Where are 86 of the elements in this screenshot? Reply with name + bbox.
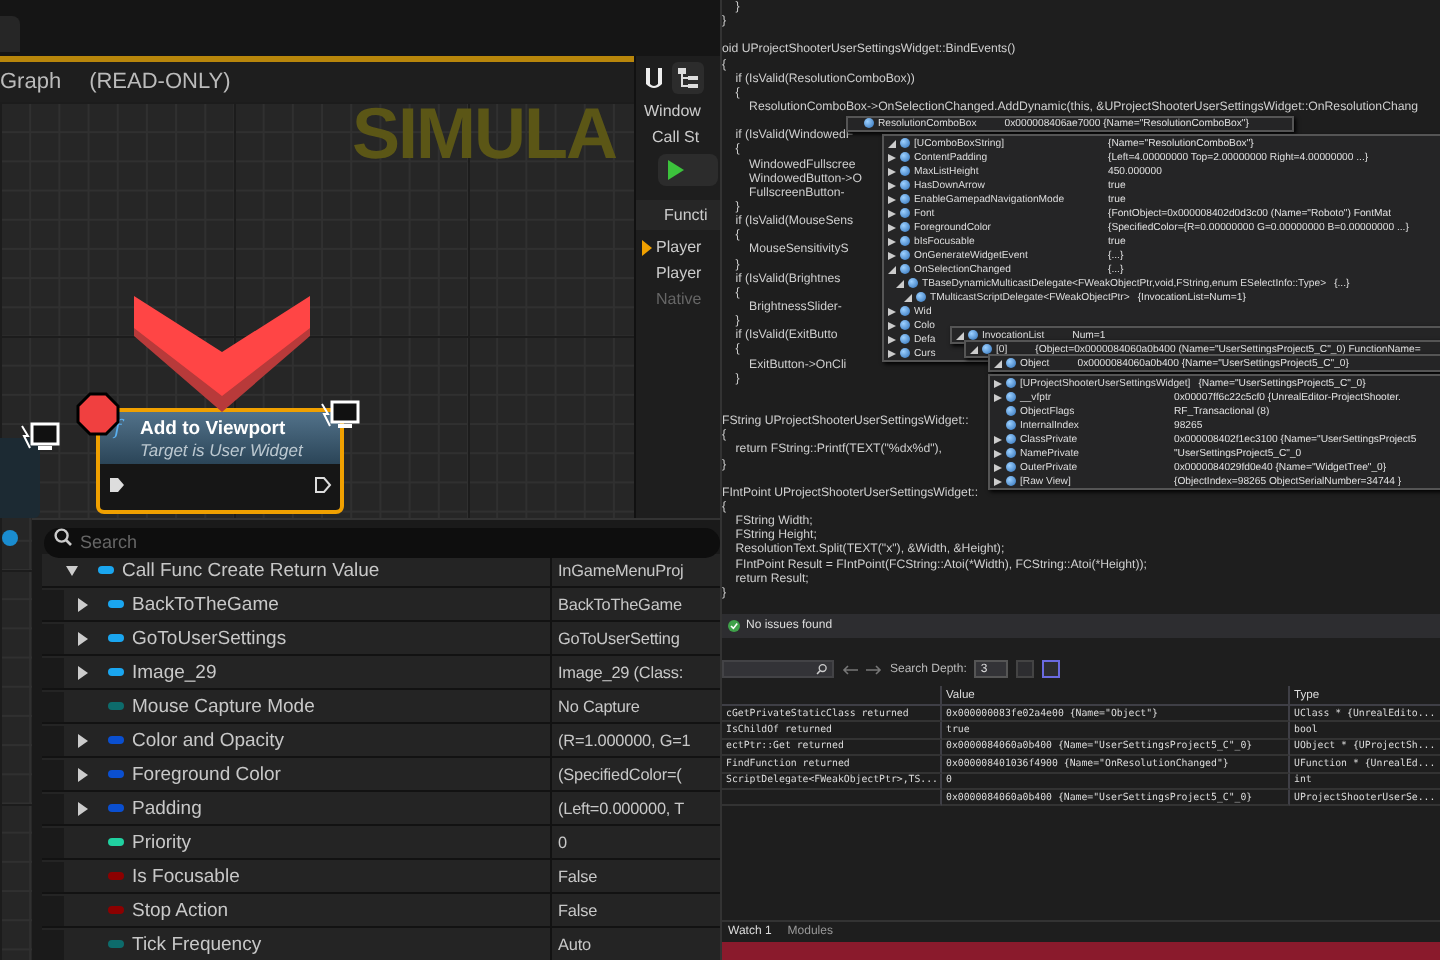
expand-arrow-icon[interactable] xyxy=(994,449,1002,457)
property-name: Stop Action xyxy=(132,899,229,921)
expand-arrow-icon[interactable] xyxy=(76,597,88,611)
columns-button[interactable] xyxy=(1042,660,1061,678)
expand-arrow-icon[interactable] xyxy=(888,251,896,259)
graph-node xyxy=(0,438,40,518)
expand-arrow-icon[interactable] xyxy=(76,801,88,815)
object-icon xyxy=(864,118,874,128)
monitor-icon xyxy=(320,398,360,434)
property-value: Auto xyxy=(556,935,593,953)
property-name: Padding xyxy=(132,797,202,819)
graph-title: Graph xyxy=(0,70,62,94)
expand-arrow-icon[interactable] xyxy=(888,195,896,203)
property-name: Mouse Capture Mode xyxy=(132,695,315,717)
simulating-label: SIMULA xyxy=(352,102,616,176)
exec-pin-icon[interactable] xyxy=(314,476,332,494)
column-header: Functi xyxy=(636,200,720,230)
expand-arrow-icon[interactable] xyxy=(994,477,1002,485)
expand-arrow-icon[interactable] xyxy=(888,167,896,175)
property-value: BackToTheGame xyxy=(556,595,684,613)
check-icon xyxy=(728,620,740,632)
call-stack-frame[interactable]: Player xyxy=(656,264,702,282)
expand-arrow-icon[interactable] xyxy=(888,349,896,357)
property-name: Foreground Color xyxy=(132,763,281,785)
hierarchy-icon xyxy=(676,66,700,90)
expand-arrow-icon[interactable] xyxy=(76,733,88,747)
property-value: GoToUserSetting xyxy=(556,629,682,647)
collapse-arrow-icon[interactable] xyxy=(956,331,964,339)
property-value: (Left=0.000000, T xyxy=(556,799,687,817)
property-name: Tick Frequency xyxy=(132,933,262,955)
property-name: Image_29 xyxy=(132,661,217,683)
monitor-icon xyxy=(20,420,60,456)
property-value: InGameMenuProj xyxy=(556,561,686,579)
collapse-arrow-icon[interactable] xyxy=(888,139,896,147)
expand-arrow-icon[interactable] xyxy=(994,379,1002,387)
chevron-down-icon xyxy=(134,296,310,412)
search-field[interactable]: Search xyxy=(44,527,720,557)
property-value: 0 xyxy=(556,833,569,851)
read-only-label: (READ-ONLY) xyxy=(89,70,231,94)
property-name: Is Focusable xyxy=(132,865,240,887)
search-field[interactable] xyxy=(722,660,834,678)
property-value: False xyxy=(556,901,600,919)
search-icon xyxy=(54,528,72,546)
expand-arrow-icon[interactable] xyxy=(888,153,896,161)
search-icon xyxy=(816,660,828,678)
call-stack-frame[interactable]: Player xyxy=(656,238,702,256)
forward-arrow-icon[interactable] xyxy=(866,663,882,675)
collapse-arrow-icon[interactable] xyxy=(896,279,904,287)
collapse-arrow-icon[interactable] xyxy=(904,293,912,301)
expand-arrow-icon[interactable] xyxy=(994,435,1002,443)
expand-arrow-icon[interactable] xyxy=(888,335,896,343)
expand-arrow-icon[interactable] xyxy=(888,209,896,217)
property-value: False xyxy=(556,867,600,885)
expand-arrow-icon[interactable] xyxy=(888,223,896,231)
expand-arrow-icon[interactable] xyxy=(888,321,896,329)
logo-icon xyxy=(642,64,666,92)
expand-arrow-icon[interactable] xyxy=(76,631,88,645)
node-subtitle: Target is User Widget xyxy=(140,440,306,460)
exec-pin-icon[interactable] xyxy=(108,476,126,494)
property-name: Call Func Create Return Value xyxy=(122,559,380,581)
property-value: Image_29 (Class: xyxy=(556,663,686,681)
collapse-arrow-icon[interactable] xyxy=(994,359,1002,367)
collapse-arrow-icon[interactable] xyxy=(970,345,978,353)
expand-arrow-icon[interactable] xyxy=(994,393,1002,401)
property-name: BackToTheGame xyxy=(132,593,279,615)
hierarchy-button[interactable] xyxy=(672,62,704,94)
expand-arrow-icon[interactable] xyxy=(76,767,88,781)
property-name: Priority xyxy=(132,831,192,853)
call-stack-label: Call St xyxy=(650,128,702,146)
expand-arrow-icon[interactable] xyxy=(888,181,896,189)
play-icon xyxy=(666,158,686,182)
back-arrow-icon[interactable] xyxy=(842,663,858,675)
property-value: (R=1.000000, G=1 xyxy=(556,731,693,749)
expand-arrow-icon[interactable] xyxy=(994,463,1002,471)
property-name: Color and Opacity xyxy=(132,729,285,751)
property-value: No Capture xyxy=(556,697,642,715)
window-menu[interactable]: Window xyxy=(636,102,720,120)
node-title: Add to Viewport xyxy=(140,418,288,440)
property-name: GoToUserSettings xyxy=(132,627,287,649)
resume-button[interactable] xyxy=(658,154,718,186)
expand-arrow-icon[interactable] xyxy=(888,237,896,245)
collapse-arrow-icon[interactable] xyxy=(888,265,896,273)
property-value: (SpecifiedColor=( xyxy=(556,765,684,783)
expand-arrow-icon[interactable] xyxy=(888,307,896,315)
expand-arrow-icon[interactable] xyxy=(76,665,88,679)
collapse-arrow-icon[interactable] xyxy=(66,563,78,577)
